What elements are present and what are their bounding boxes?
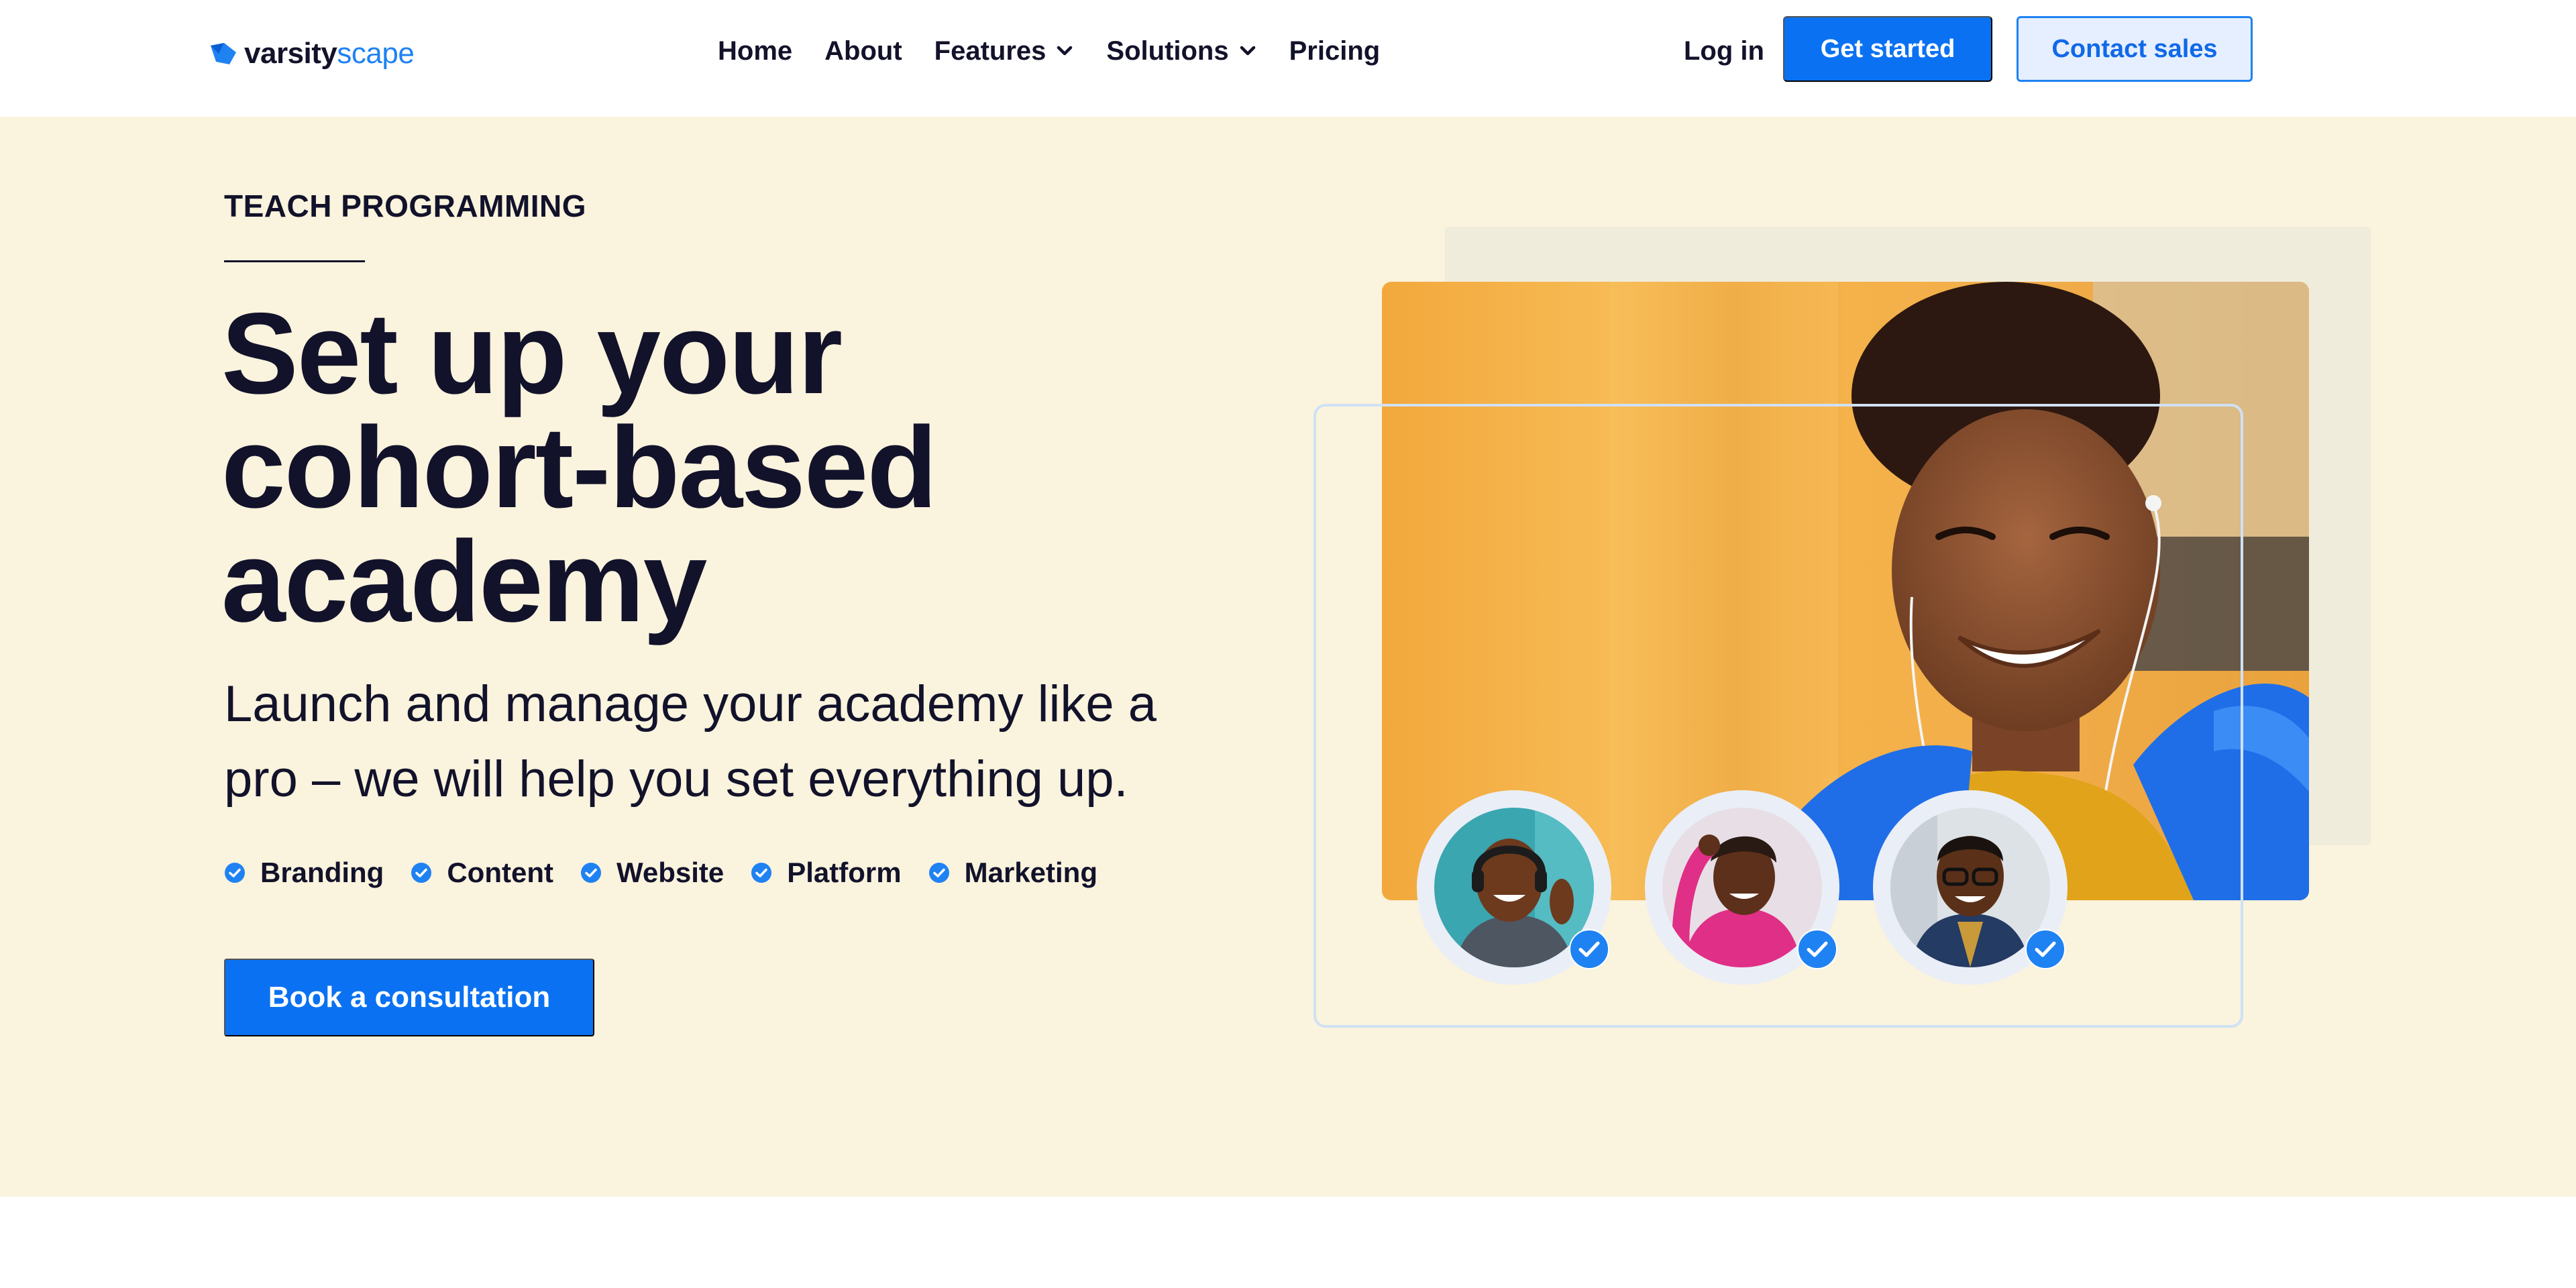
nav-item-pricing[interactable]: Pricing xyxy=(1289,36,1381,66)
feature-list: Branding Content Website Platform Market… xyxy=(224,856,1124,890)
nav-item-solutions[interactable]: Solutions xyxy=(1106,36,1256,66)
check-circle-icon xyxy=(411,863,432,883)
brand-logo[interactable]: varsityscape xyxy=(209,34,415,74)
hero-eyebrow: TEACH PROGRAMMING xyxy=(224,189,587,223)
nav-item-home[interactable]: Home xyxy=(718,36,792,66)
chevron-down-icon xyxy=(1057,46,1073,56)
learner-avatar xyxy=(1417,790,1611,985)
nav-item-label: Pricing xyxy=(1289,36,1381,66)
get-started-button[interactable]: Get started xyxy=(1783,16,1992,82)
nav-item-label: Solutions xyxy=(1106,36,1229,66)
contact-sales-button[interactable]: Contact sales xyxy=(2017,16,2253,82)
hero-subheadline: Launch and manage your academy like a pr… xyxy=(224,676,1157,808)
verified-badge-icon xyxy=(1797,929,1837,969)
leaf-logo-icon xyxy=(211,43,236,64)
feature-label: Website xyxy=(616,857,724,888)
top-navigation: varsityscape Home About Features Solutio… xyxy=(0,0,2576,117)
feature-label: Platform xyxy=(787,857,902,888)
hero-section: TEACH PROGRAMMING Set up your cohort-bas… xyxy=(0,117,2576,1197)
check-circle-icon xyxy=(928,863,949,883)
verified-badge-icon xyxy=(1569,929,1609,969)
main-menu: Home About Features Solutions Pricing xyxy=(718,31,1412,71)
nav-item-about[interactable]: About xyxy=(824,36,902,66)
check-circle-icon xyxy=(225,863,245,883)
brand-name-primary: varsity xyxy=(244,37,337,70)
nav-item-label: Home xyxy=(718,36,793,66)
feature-item: Website xyxy=(580,857,724,889)
feature-label: Branding xyxy=(260,857,384,888)
check-circle-icon xyxy=(580,863,601,883)
learner-avatar xyxy=(1645,790,1839,985)
hero-headline: Set up your cohort-based academy xyxy=(221,289,937,646)
eyebrow-divider xyxy=(224,260,365,262)
feature-item: Platform xyxy=(751,857,902,889)
check-circle-icon xyxy=(751,863,772,883)
nav-item-label: Features xyxy=(934,36,1046,66)
learner-avatar xyxy=(1873,790,2068,985)
feature-item: Marketing xyxy=(928,857,1097,889)
next-section-start xyxy=(0,1197,2576,1288)
feature-item: Content xyxy=(411,857,553,889)
verified-badge-icon xyxy=(2025,929,2065,969)
brand-name-accent: scape xyxy=(337,37,415,70)
feature-item: Branding xyxy=(224,857,384,889)
feature-label: Content xyxy=(447,857,553,888)
chevron-down-icon xyxy=(1240,46,1255,56)
nav-item-features[interactable]: Features xyxy=(934,36,1075,66)
login-link[interactable]: Log in xyxy=(1684,31,1764,71)
feature-label: Marketing xyxy=(964,857,1097,888)
book-consultation-button[interactable]: Book a consultation xyxy=(224,959,594,1036)
nav-item-label: About xyxy=(824,36,902,66)
brand-name: varsityscape xyxy=(244,37,415,70)
